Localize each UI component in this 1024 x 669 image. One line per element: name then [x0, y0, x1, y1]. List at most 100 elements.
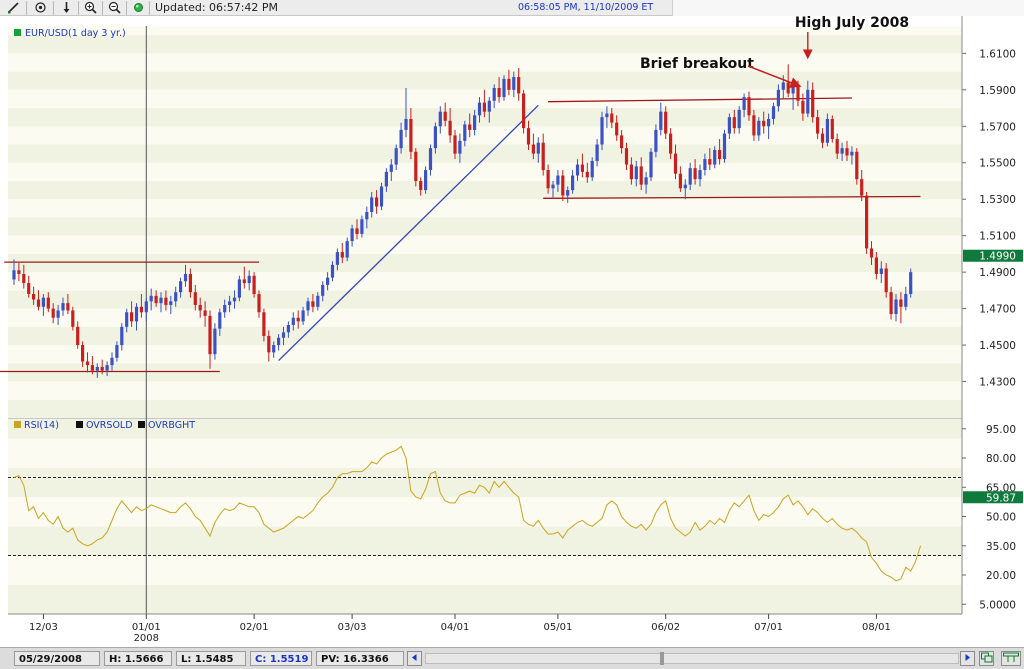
candle-body: [771, 106, 776, 119]
candle-body: [110, 357, 114, 366]
candle-body: [477, 102, 482, 116]
rsi-band: [8, 467, 962, 497]
status-high: H: 1.5666: [104, 651, 172, 666]
candle-body: [722, 133, 727, 160]
candle-body: [566, 190, 570, 196]
candle-body: [767, 118, 771, 127]
x-tick-label: 04/01: [441, 622, 470, 633]
x-tick-label: 06/02: [651, 622, 680, 633]
candle-body: [904, 294, 908, 307]
candle-body: [272, 345, 276, 353]
status-dot-icon: [131, 1, 146, 15]
candle-body: [757, 120, 761, 136]
x-tick-label: 08/01: [862, 622, 891, 633]
price-tick-label: 1.4900: [979, 267, 1016, 279]
price-chart[interactable]: 1.6100 1.5900 1.5700 1.5500 1.5300 1.5100 1.49…: [0, 16, 1024, 647]
rsi-legend-label: OVRBGHT: [148, 420, 195, 431]
candle-body: [806, 89, 810, 114]
candle-body: [820, 133, 825, 143]
candle-body: [575, 164, 580, 176]
candle-body: [66, 303, 70, 311]
candle-body: [473, 115, 477, 130]
candle-body: [335, 252, 339, 265]
last-rsi-label: 59.87: [986, 492, 1016, 504]
candle-body: [801, 100, 805, 114]
candle-body: [830, 118, 834, 140]
last-price-label: 1.4990: [979, 251, 1016, 263]
candle-body: [644, 177, 648, 185]
indicator-icon: [1003, 652, 1019, 662]
rsi-tick-label: 35.00: [986, 541, 1016, 553]
candle-body: [796, 86, 800, 101]
candle-body: [12, 270, 16, 280]
candle-body: [894, 299, 898, 315]
arrow-down-icon[interactable]: [59, 1, 74, 15]
candle-body: [791, 86, 795, 94]
candle-body: [306, 301, 310, 311]
updated-time: Updated: 06:57:42 PM: [155, 1, 279, 14]
candle-body: [688, 168, 692, 185]
candle-body: [732, 117, 736, 129]
candle-body: [909, 272, 913, 295]
candle-body: [404, 118, 408, 130]
price-tick-label: 1.5900: [979, 85, 1016, 97]
candle-body: [571, 175, 575, 191]
horizontal-scrollbar[interactable]: [425, 653, 959, 664]
candle-body: [703, 159, 707, 171]
candle-body: [419, 180, 423, 191]
status-pv: PV: 16.3366: [316, 651, 404, 666]
candle-body: [321, 284, 325, 296]
candle-body: [389, 164, 393, 172]
layout-button[interactable]: [979, 651, 994, 666]
scroll-right-button[interactable]: [960, 651, 975, 666]
candle-body: [428, 148, 433, 171]
candle-body: [95, 366, 99, 371]
breakout-label: Brief breakout: [640, 56, 754, 72]
rsi-band: [8, 497, 962, 527]
candle-body: [620, 135, 624, 149]
candle-body: [899, 299, 903, 307]
candle-body: [561, 175, 565, 196]
price-legend-label: EUR/USD(1 day 3 yr.): [25, 28, 126, 39]
price-tick-label: 1.4300: [979, 377, 1016, 389]
candle-body: [747, 97, 751, 116]
scrollbar-thumb[interactable]: [660, 652, 664, 665]
candle-body: [659, 111, 663, 130]
x-tick-label: 07/01: [754, 622, 783, 633]
candle-body: [879, 268, 883, 274]
candle-body: [301, 310, 305, 322]
candle-body: [174, 292, 178, 302]
status-date: 05/29/2008: [14, 651, 100, 666]
line-tool-icon[interactable]: [6, 1, 21, 15]
price-band: [8, 399, 962, 418]
rsi-legend-swatch: [138, 421, 145, 428]
candle-body: [56, 310, 60, 318]
indicator-button[interactable]: [1001, 651, 1021, 666]
candle-body: [384, 171, 388, 187]
crosshair-icon[interactable]: [33, 1, 48, 15]
candle-body: [860, 179, 864, 196]
candle-body: [291, 317, 295, 326]
candle-body: [654, 129, 658, 152]
price-tick-label: 1.5700: [979, 121, 1016, 133]
scroll-left-button[interactable]: [407, 651, 422, 666]
rsi-band: [8, 555, 962, 585]
candle-body: [433, 126, 437, 149]
candle-body: [615, 122, 619, 136]
price-band: [8, 345, 962, 364]
candle-body: [32, 294, 36, 300]
candle-body: [198, 304, 202, 311]
rsi-tick-label: 80.00: [986, 453, 1016, 465]
candle-body: [76, 326, 80, 346]
zoom-out-icon[interactable]: [107, 1, 122, 15]
high-july-label: High July 2008: [795, 16, 909, 31]
x-tick-label: 05/01: [543, 622, 572, 633]
candle-body: [708, 159, 712, 165]
candle-body: [277, 337, 281, 346]
price-band: [8, 71, 962, 90]
zoom-in-icon[interactable]: [83, 1, 98, 15]
candle-body: [120, 326, 124, 346]
candle-body: [673, 153, 678, 174]
chevron-right-icon: [965, 654, 970, 661]
price-band: [8, 162, 962, 181]
